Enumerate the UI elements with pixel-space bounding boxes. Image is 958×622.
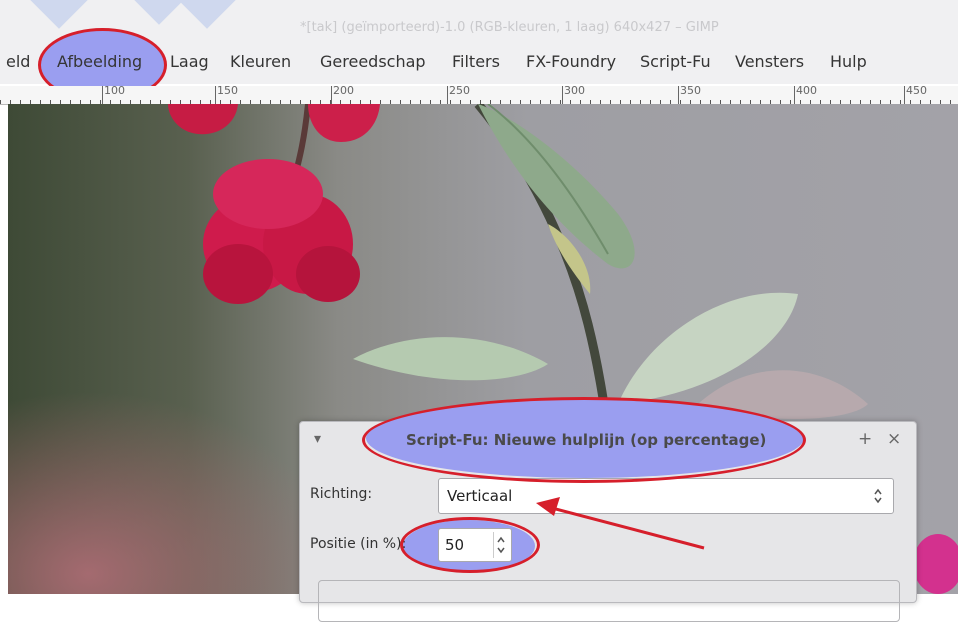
ruler-label: 450 [906,84,927,97]
direction-select[interactable]: Verticaal [438,478,894,514]
menu-item-filters[interactable]: Filters [452,52,500,71]
ruler-major-tick [904,86,905,104]
annotation-ellipse-position [400,517,540,573]
menu-item-gereedschap[interactable]: Gereedschap [320,52,426,71]
ruler-label: 350 [680,84,701,97]
menu-item-hulp[interactable]: Hulp [830,52,867,71]
menu-item-fx-foundry[interactable]: FX-Foundry [526,52,616,71]
menu-item-beeld[interactable]: eld [6,52,30,71]
menu-item-vensters[interactable]: Vensters [735,52,804,71]
combo-arrows-icon [874,488,882,504]
decorative-diamond [129,0,189,25]
ruler-label: 400 [796,84,817,97]
position-label: Positie (in %): [310,536,407,552]
ruler-major-tick [331,86,332,104]
menu-item-kleuren[interactable]: Kleuren [230,52,291,71]
ruler-label: 200 [333,84,354,97]
ruler-label: 100 [104,84,125,97]
dialog-menu-icon[interactable]: ▾ [314,431,321,447]
direction-label: Richting: [310,486,373,502]
dialog-add-icon[interactable]: + [858,429,872,449]
window-title: *[tak] (geïmporteerd)-1.0 (RGB-kleuren, … [300,20,719,35]
ruler-major-tick [794,86,795,104]
ruler-major-tick [102,86,103,104]
ruler-major-tick [678,86,679,104]
decorative-diamond [177,0,237,29]
ruler-label: 300 [564,84,585,97]
menu-item-laag[interactable]: Laag [170,52,209,71]
ruler-label: 250 [449,84,470,97]
dialog-close-icon[interactable]: × [887,429,901,449]
ruler-major-tick [447,86,448,104]
annotation-ellipse-title [362,397,806,483]
ruler-label: 150 [217,84,238,97]
dialog-frame [318,580,900,622]
ruler-major-tick [215,86,216,104]
menu-item-script-fu[interactable]: Script-Fu [640,52,711,71]
direction-select-value: Verticaal [447,487,513,505]
decorative-diamond [29,0,89,29]
ruler-major-tick [562,86,563,104]
